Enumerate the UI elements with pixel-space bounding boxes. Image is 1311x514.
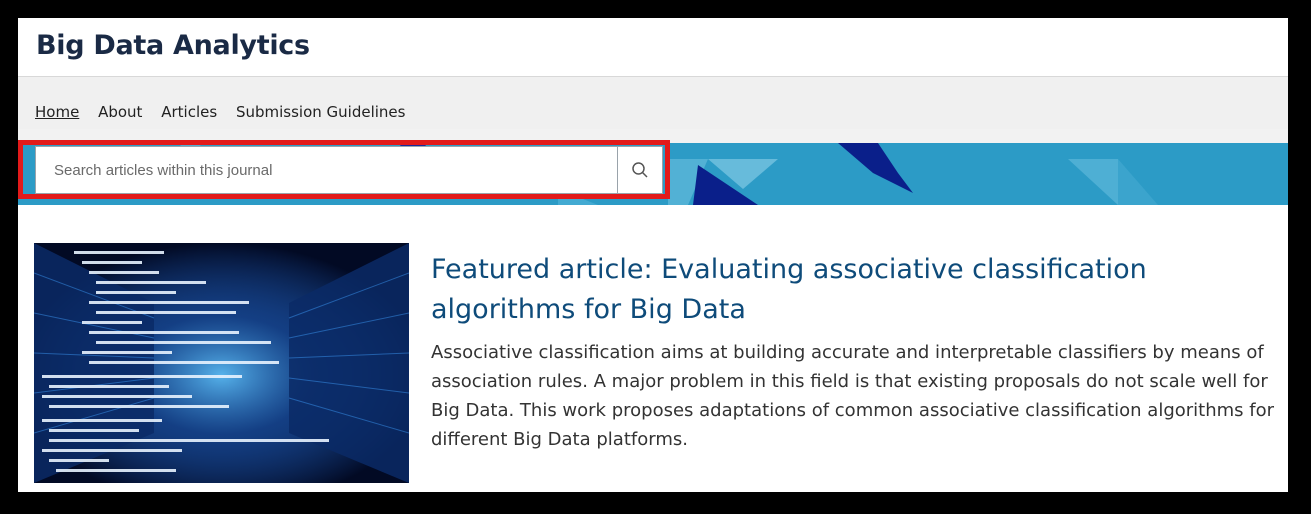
featured-article-title[interactable]: Featured article: Evaluating associative… [431,250,1251,330]
nav-submission-guidelines[interactable]: Submission Guidelines [236,103,406,121]
nav-articles[interactable]: Articles [161,103,217,121]
search-button[interactable] [617,147,662,193]
journal-title[interactable]: Big Data Analytics [36,30,310,61]
search-icon [632,162,648,178]
nav-home[interactable]: Home [35,103,79,121]
page-frame: Big Data Analytics Home About Articles S… [15,15,1291,495]
nav-about[interactable]: About [98,103,142,121]
server-room-code-image [34,243,409,483]
featured-article-image[interactable] [34,243,409,483]
search-input[interactable] [36,147,618,193]
journal-search [35,146,663,194]
site-header: Big Data Analytics [18,18,1288,77]
main-nav: Home About Articles Submission Guideline… [35,103,419,121]
featured-article-abstract: Associative classification aims at build… [431,342,1275,450]
